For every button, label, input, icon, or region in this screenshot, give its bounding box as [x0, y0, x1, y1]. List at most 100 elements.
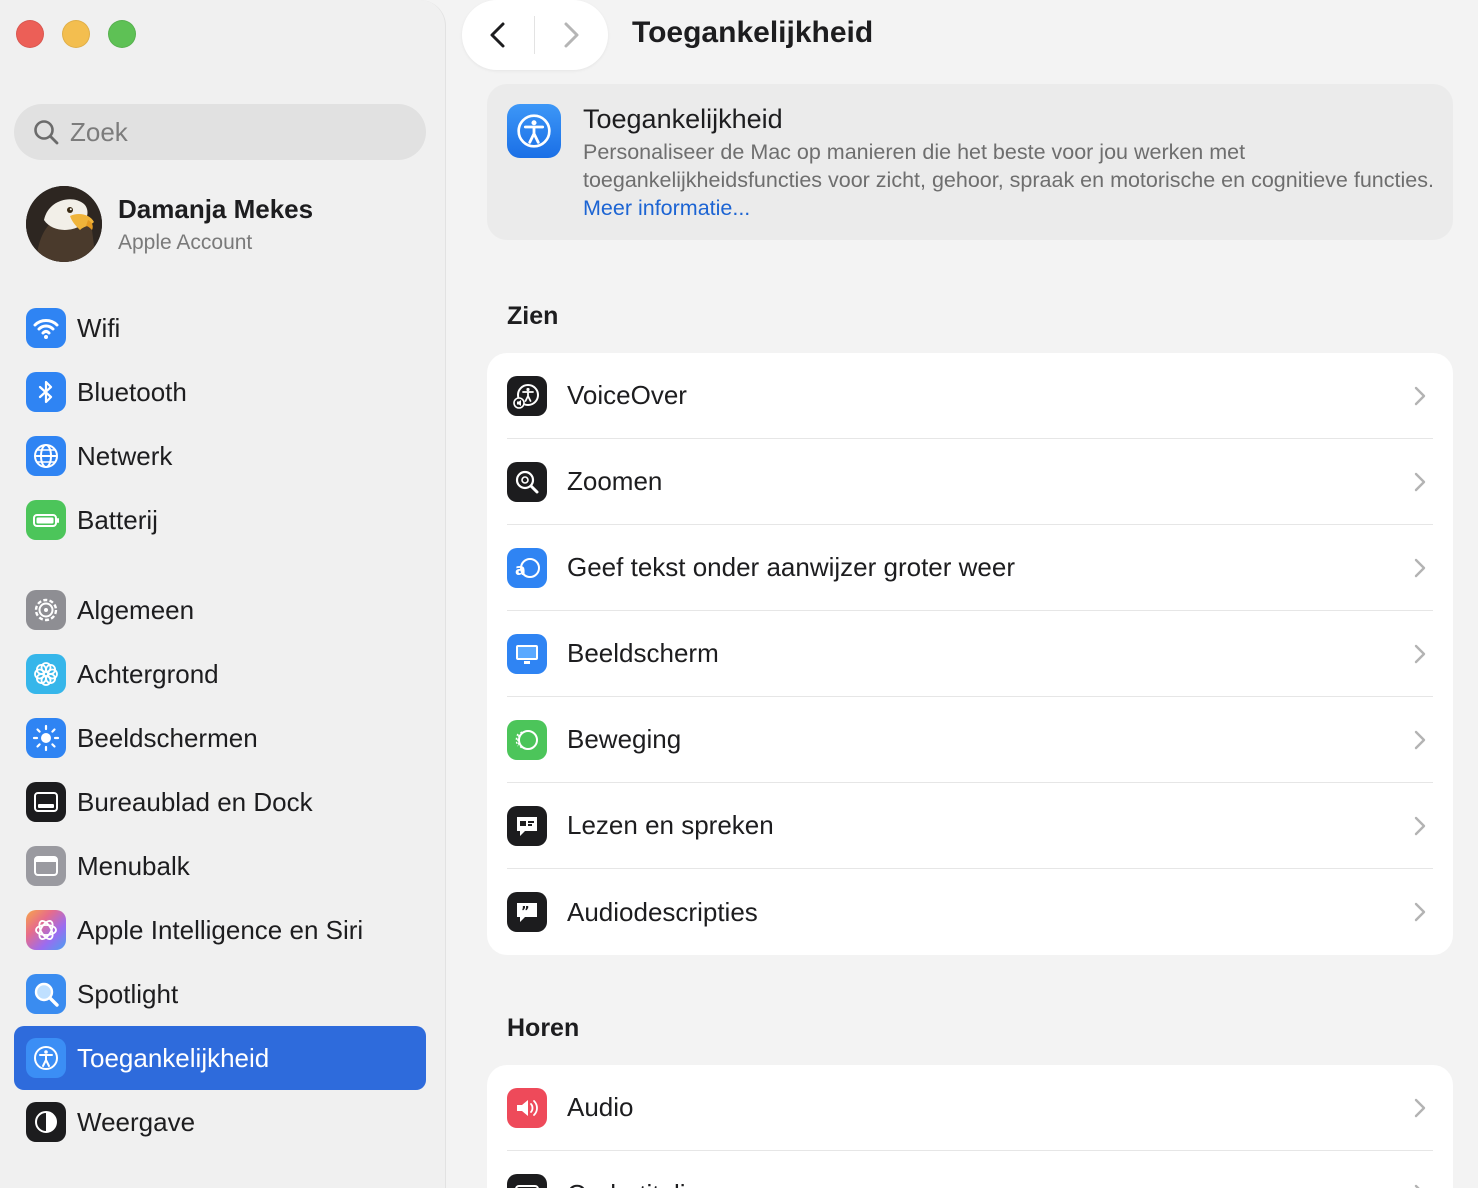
accessibility-icon	[26, 1038, 66, 1078]
voiceover-icon	[507, 375, 547, 416]
chevron-right-icon	[564, 22, 579, 48]
sidebar-item-netwerk[interactable]: Netwerk	[14, 424, 426, 488]
sidebar-item-label: Bluetooth	[77, 376, 187, 407]
magnifier-icon	[26, 974, 66, 1014]
hover-text-icon: a	[507, 547, 547, 588]
row-voiceover[interactable]: VoiceOver	[507, 353, 1433, 439]
row-label: Zoomen	[567, 466, 663, 496]
row-hover-text[interactable]: a Geef tekst onder aanwijzer groter weer	[507, 525, 1433, 611]
sidebar-item-wifi[interactable]: Wifi	[14, 296, 426, 360]
window-controls	[16, 20, 136, 48]
account-name: Damanja Mekes	[118, 193, 314, 224]
siri-icon	[26, 910, 66, 950]
chevron-right-icon	[1414, 472, 1426, 491]
chevron-right-icon	[1414, 386, 1426, 405]
sidebar-item-beeldschermen[interactable]: Beeldschermen	[14, 706, 426, 770]
back-button[interactable]	[462, 0, 534, 70]
row-lezen-en-spreken[interactable]: Lezen en spreken	[507, 783, 1433, 869]
section-title-horen: Horen	[507, 1014, 580, 1042]
sidebar-item-menubalk[interactable]: Menubalk	[14, 834, 426, 898]
row-label: Audio	[567, 1092, 634, 1122]
row-audio[interactable]: Audio	[507, 1065, 1433, 1151]
search-icon	[34, 120, 59, 145]
page-title: Toegankelijkheid	[632, 16, 874, 49]
chevron-right-icon	[1414, 730, 1426, 749]
section-title-zien: Zien	[507, 302, 559, 330]
sidebar-item-label: Netwerk	[77, 440, 173, 471]
avatar	[26, 186, 102, 262]
sidebar-item-algemeen[interactable]: Algemeen	[14, 578, 426, 642]
eagle-avatar-image	[26, 186, 102, 262]
intro-description: Personaliseer de Mac op manieren die het…	[583, 138, 1443, 222]
zoom-icon	[507, 461, 547, 502]
row-label: Beweging	[567, 724, 682, 754]
row-label: Lezen en spreken	[567, 810, 774, 840]
motion-icon	[507, 719, 547, 760]
horen-settings-list: Audio Ondertiteling	[487, 1065, 1453, 1188]
dock-icon	[26, 782, 66, 822]
captions-icon	[507, 1174, 547, 1188]
minimize-window-button[interactable]	[62, 20, 90, 48]
chevron-right-icon	[1414, 1098, 1426, 1117]
sidebar-item-label: Spotlight	[77, 978, 179, 1009]
svg-text:a: a	[515, 560, 526, 579]
accessibility-icon	[507, 104, 561, 158]
row-zoomen[interactable]: Zoomen	[507, 439, 1433, 525]
flower-icon	[26, 654, 66, 694]
wifi-icon	[26, 308, 66, 348]
accessibility-intro-card: Toegankelijkheid Personaliseer de Mac op…	[487, 84, 1453, 240]
sidebar-item-spotlight[interactable]: Spotlight	[14, 962, 426, 1026]
display-icon	[507, 633, 547, 674]
chevron-left-icon	[490, 22, 505, 48]
battery-icon	[26, 500, 66, 540]
search-field[interactable]	[14, 104, 426, 160]
globe-icon	[26, 436, 66, 476]
sun-icon	[26, 718, 66, 758]
sidebar-item-achtergrond[interactable]: Achtergrond	[14, 642, 426, 706]
zien-settings-list: VoiceOver Zoomen a Geef tekst onder aanw…	[487, 353, 1453, 955]
sidebar-item-batterij[interactable]: Batterij	[14, 488, 426, 552]
more-info-link[interactable]: Meer informatie...	[583, 196, 750, 220]
row-beweging[interactable]: Beweging	[507, 697, 1433, 783]
chevron-right-icon	[1414, 644, 1426, 663]
intro-title: Toegankelijkheid	[583, 104, 783, 134]
menubar-icon	[26, 846, 66, 886]
sidebar: Damanja Mekes Apple Account Wifi Bluetoo…	[0, 0, 446, 1188]
sidebar-item-apple-intelligence-en-siri[interactable]: Apple Intelligence en Siri	[14, 898, 426, 962]
history-navigation	[462, 0, 608, 70]
sidebar-item-weergave[interactable]: Weergave	[14, 1090, 426, 1154]
sidebar-item-label: Apple Intelligence en Siri	[77, 914, 364, 945]
sidebar-item-label: Wifi	[77, 312, 121, 343]
close-window-button[interactable]	[16, 20, 44, 48]
row-label: Geef tekst onder aanwijzer groter weer	[567, 552, 1015, 582]
row-label: Ondertiteling	[567, 1179, 1413, 1188]
chevron-right-icon	[1414, 816, 1426, 835]
sidebar-item-label: Menubalk	[77, 850, 190, 881]
sidebar-item-toegankelijkheid[interactable]: Toegankelijkheid	[14, 1026, 426, 1090]
zoom-window-button[interactable]	[108, 20, 136, 48]
chevron-right-icon	[1414, 1184, 1420, 1188]
row-label: Audiodescripties	[567, 896, 758, 927]
row-audiodescripties[interactable]: ” Audiodescripties	[507, 869, 1433, 955]
sidebar-item-label: Weergave	[77, 1106, 196, 1137]
row-ondertiteling[interactable]: Ondertiteling	[507, 1151, 1433, 1188]
intro-description-text: Personaliseer de Mac op manieren die het…	[583, 140, 1434, 192]
sidebar-group-system: Algemeen Achtergrond Beeldschermen Burea…	[14, 578, 426, 1154]
search-input[interactable]	[70, 116, 400, 148]
sidebar-item-label: Batterij	[77, 504, 158, 535]
sidebar-item-label: Toegankelijkheid	[77, 1042, 270, 1073]
chevron-right-icon	[1414, 558, 1426, 577]
apple-account[interactable]: Damanja Mekes Apple Account	[26, 186, 313, 262]
sidebar-item-bureaublad-en-dock[interactable]: Bureaublad en Dock	[14, 770, 426, 834]
sidebar-group-connectivity: Wifi Bluetooth Netwerk Batterij	[14, 296, 426, 552]
row-beeldscherm[interactable]: Beeldscherm	[507, 611, 1433, 697]
gear-icon	[26, 590, 66, 630]
account-subtitle: Apple Account	[118, 230, 253, 254]
chevron-right-icon	[1414, 902, 1426, 922]
forward-button[interactable]	[535, 0, 607, 70]
row-label: Beeldscherm	[567, 638, 719, 668]
sidebar-item-label: Algemeen	[77, 594, 195, 625]
sidebar-item-bluetooth[interactable]: Bluetooth	[14, 360, 426, 424]
speech-bubble-icon	[507, 805, 547, 846]
row-label: VoiceOver	[567, 380, 687, 410]
